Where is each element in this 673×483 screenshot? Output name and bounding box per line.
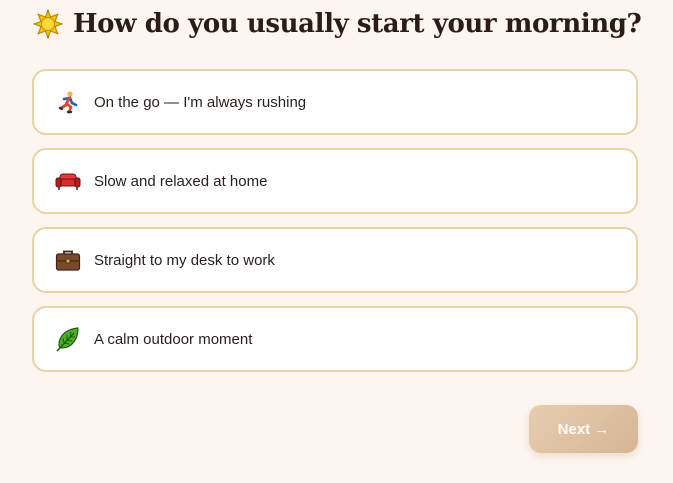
- briefcase-icon: [54, 246, 82, 274]
- option-label: A calm outdoor moment: [94, 330, 253, 348]
- couch-icon: [54, 167, 82, 195]
- option-label: Straight to my desk to work: [94, 251, 275, 269]
- option-on-the-go[interactable]: On the go — I'm always rushing: [32, 69, 638, 135]
- quiz-page: How do you usually start your morning? O…: [0, 0, 673, 483]
- leaf-icon: [54, 325, 82, 353]
- question-header: How do you usually start your morning?: [33, 6, 642, 42]
- option-desk-work[interactable]: Straight to my desk to work: [32, 227, 638, 293]
- question-title: How do you usually start your morning?: [73, 9, 642, 39]
- options-list: On the go — I'm always rushing Slow and …: [32, 69, 638, 385]
- next-button[interactable]: Next →: [529, 405, 638, 453]
- running-person-icon: [54, 88, 82, 116]
- option-label: On the go — I'm always rushing: [94, 93, 307, 111]
- option-label: Slow and relaxed at home: [94, 172, 268, 190]
- next-button-label: Next →: [557, 420, 610, 438]
- option-slow-relaxed[interactable]: Slow and relaxed at home: [32, 148, 638, 214]
- option-outdoor[interactable]: A calm outdoor moment: [32, 306, 638, 372]
- sun-icon: [33, 9, 63, 39]
